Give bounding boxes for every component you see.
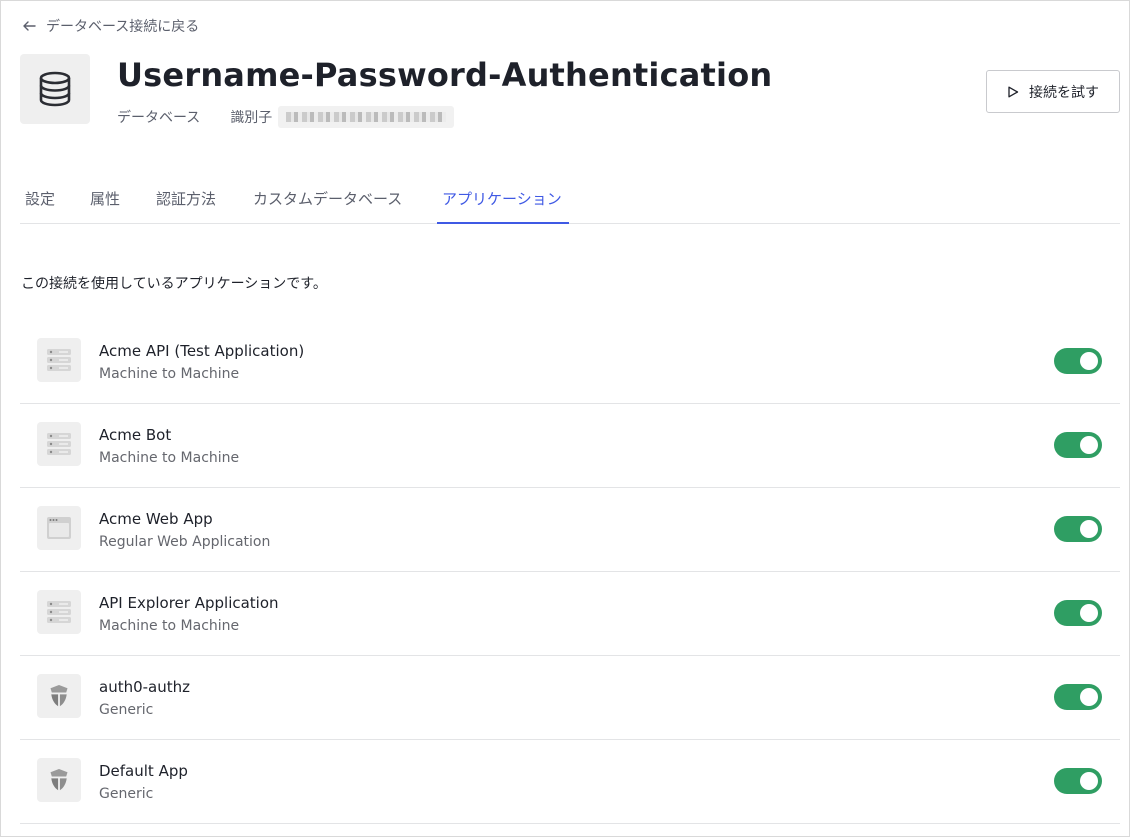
- toggle-knob: [1080, 688, 1098, 706]
- application-enabled-toggle[interactable]: [1054, 348, 1102, 374]
- application-name: Acme Web App: [99, 510, 213, 528]
- identifier-label: 識別子: [230, 110, 273, 126]
- connection-meta: データベース 識別子: [117, 106, 455, 128]
- application-avatar: [37, 758, 81, 802]
- toggle-knob: [1080, 604, 1098, 622]
- play-icon: [1008, 86, 1019, 97]
- application-name: API Explorer Application: [99, 594, 279, 612]
- application-enabled-toggle[interactable]: [1054, 516, 1102, 542]
- server-icon: [47, 601, 71, 623]
- try-connection-label: 接続を試す: [1029, 84, 1099, 101]
- tab-bar: 設定 属性 認証方法 カスタムデータベース アプリケーション: [20, 181, 1120, 224]
- application-type: Machine to Machine: [99, 618, 240, 634]
- application-name: auth0-authz: [99, 678, 191, 696]
- application-avatar: [37, 590, 81, 634]
- application-type: Machine to Machine: [99, 450, 240, 466]
- application-row: Default App Generic: [20, 740, 1120, 824]
- toggle-knob: [1080, 772, 1098, 790]
- page-title: Username-Password-Authentication: [117, 56, 773, 94]
- tab-custom-database[interactable]: カスタムデータベース: [253, 188, 402, 209]
- tab-settings[interactable]: 設定: [25, 188, 55, 209]
- back-link-label: データベース接続に戻る: [46, 19, 200, 35]
- toggle-knob: [1080, 436, 1098, 454]
- application-avatar: [37, 422, 81, 466]
- auth0-shield-icon: [50, 685, 68, 707]
- application-name: Default App: [99, 762, 188, 780]
- connection-page: データベース接続に戻る Username-Password-Authentica…: [0, 0, 1130, 837]
- toggle-knob: [1080, 520, 1098, 538]
- database-avatar: [20, 54, 90, 124]
- application-name: Acme API (Test Application): [99, 342, 305, 360]
- application-avatar: [37, 338, 81, 382]
- tab-applications[interactable]: アプリケーション: [442, 188, 562, 209]
- application-row: Acme Web App Regular Web Application: [20, 488, 1120, 572]
- tab-attributes[interactable]: 属性: [90, 188, 120, 209]
- application-list: Acme API (Test Application) Machine to M…: [20, 320, 1120, 824]
- tab-authentication-methods[interactable]: 認証方法: [156, 188, 216, 209]
- back-link[interactable]: データベース接続に戻る: [21, 16, 199, 36]
- server-icon: [47, 349, 71, 371]
- application-enabled-toggle[interactable]: [1054, 600, 1102, 626]
- active-tab-indicator: [437, 222, 569, 224]
- try-connection-button[interactable]: 接続を試す: [986, 70, 1120, 113]
- identifier-value-redacted: [278, 106, 455, 128]
- application-type: Machine to Machine: [99, 366, 240, 382]
- application-row: Acme Bot Machine to Machine: [20, 404, 1120, 488]
- application-type: Generic: [99, 702, 154, 718]
- application-enabled-toggle[interactable]: [1054, 432, 1102, 458]
- application-avatar: [37, 674, 81, 718]
- application-enabled-toggle[interactable]: [1054, 684, 1102, 710]
- application-type: Generic: [99, 786, 154, 802]
- application-name: Acme Bot: [99, 426, 172, 444]
- server-icon: [47, 433, 71, 455]
- application-row: auth0-authz Generic: [20, 656, 1120, 740]
- application-avatar: [37, 506, 81, 550]
- application-row: API Explorer Application Machine to Mach…: [20, 572, 1120, 656]
- connection-type: データベース: [117, 110, 201, 126]
- application-row: Acme API (Test Application) Machine to M…: [20, 320, 1120, 404]
- database-icon: [39, 71, 71, 107]
- toggle-knob: [1080, 352, 1098, 370]
- browser-window-icon: [47, 517, 71, 539]
- application-enabled-toggle[interactable]: [1054, 768, 1102, 794]
- arrow-left-icon: [23, 21, 36, 31]
- applications-intro: この接続を使用しているアプリケーションです。: [21, 276, 327, 292]
- application-type: Regular Web Application: [99, 534, 271, 550]
- auth0-shield-icon: [50, 769, 68, 791]
